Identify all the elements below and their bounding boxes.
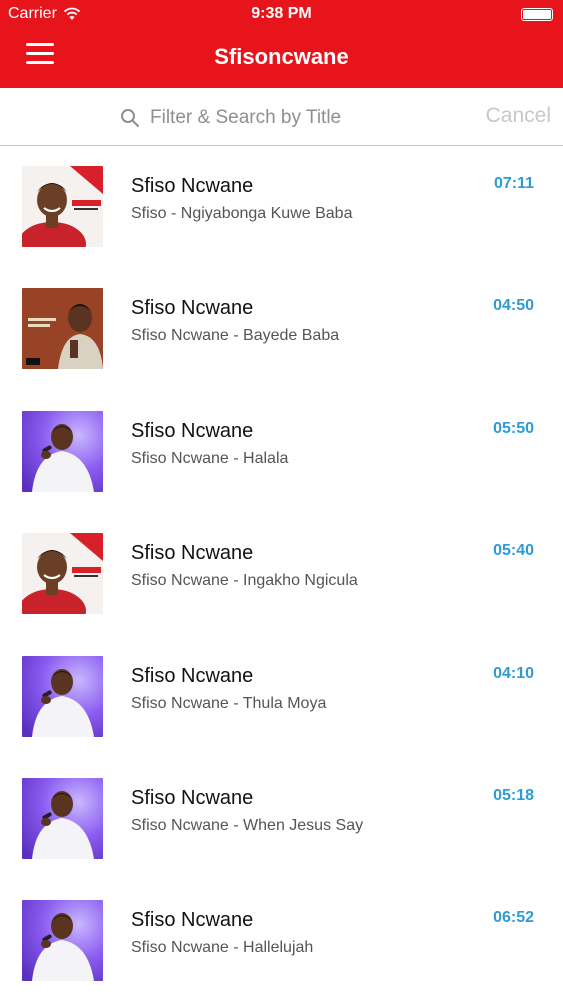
song-duration: 05:50: [493, 419, 534, 437]
song-title: Sfiso Ncwane - Halala: [131, 449, 289, 467]
album-art-image: [22, 533, 103, 615]
album-art-image: [22, 777, 103, 859]
status-bar: Carrier 9:38 PM: [0, 0, 563, 28]
album-art-image: [22, 288, 103, 370]
battery-icon: [521, 8, 553, 21]
search-field[interactable]: [120, 104, 420, 132]
song-row[interactable]: Sfiso Ncwane Sfiso Ncwane - Ingakho Ngicu…: [0, 514, 563, 636]
search-icon: [121, 109, 139, 127]
song-row[interactable]: Sfiso Ncwane Sfiso Ncwane - When Jesus Sa…: [0, 759, 563, 881]
nav-bar: Carrier 9:38 PM Sfisoncwane: [0, 0, 563, 88]
song-title: Sfiso Ncwane - Bayede Baba: [131, 327, 340, 345]
album-art-image: [22, 166, 103, 247]
song-title: Sfiso - Ngiyabonga Kuwe Baba: [131, 205, 353, 222]
album-art-image: [22, 900, 103, 982]
song-duration: 04:50: [493, 297, 534, 315]
song-artist: Sfiso Ncwane: [131, 664, 254, 687]
search-input[interactable]: [150, 107, 410, 129]
song-duration: 07:11: [493, 175, 534, 192]
song-row[interactable]: Sfiso Ncwane Sfiso Ncwane - Hallelujah 06:…: [0, 881, 563, 1000]
cancel-button[interactable]: Cancel: [486, 104, 551, 128]
song-row[interactable]: Sfiso Ncwane Sfiso Ncwane - Halala 05:50: [0, 392, 563, 514]
page-title: Sfisoncwane: [214, 44, 349, 69]
song-title: Sfiso Ncwane - When Jesus Say: [131, 816, 364, 834]
song-list: Sfiso Ncwane Sfiso - Ngiyabonga Kuwe Baba…: [0, 147, 563, 1000]
song-artist: Sfiso Ncwane: [131, 786, 254, 809]
song-title: Sfiso Ncwane - Thula Moya: [131, 694, 327, 712]
song-artist: Sfiso Ncwane: [131, 297, 254, 320]
song-artist: Sfiso Ncwane: [131, 542, 254, 565]
song-row[interactable]: Sfiso Ncwane Sfiso Ncwane - Bayede Baba 04…: [0, 269, 563, 391]
song-row[interactable]: Sfiso Ncwane Sfiso - Ngiyabonga Kuwe Baba…: [0, 147, 563, 269]
song-duration: 05:40: [493, 542, 534, 560]
album-art-image: [22, 655, 103, 737]
song-duration: 06:52: [493, 909, 534, 927]
song-artist: Sfiso Ncwane: [131, 175, 254, 197]
song-duration: 04:10: [493, 664, 534, 682]
song-duration: 05:18: [493, 786, 534, 804]
song-title: Sfiso Ncwane - Hallelujah: [131, 939, 314, 957]
song-artist: Sfiso Ncwane: [131, 419, 254, 442]
song-artist: Sfiso Ncwane: [131, 909, 254, 932]
song-title: Sfiso Ncwane - Ingakho Ngicula: [131, 572, 358, 590]
status-time: 9:38 PM: [251, 5, 312, 22]
search-bar: Cancel: [0, 88, 563, 146]
album-art-image: [22, 410, 103, 492]
song-row[interactable]: Sfiso Ncwane Sfiso Ncwane - Thula Moya 04:…: [0, 637, 563, 759]
